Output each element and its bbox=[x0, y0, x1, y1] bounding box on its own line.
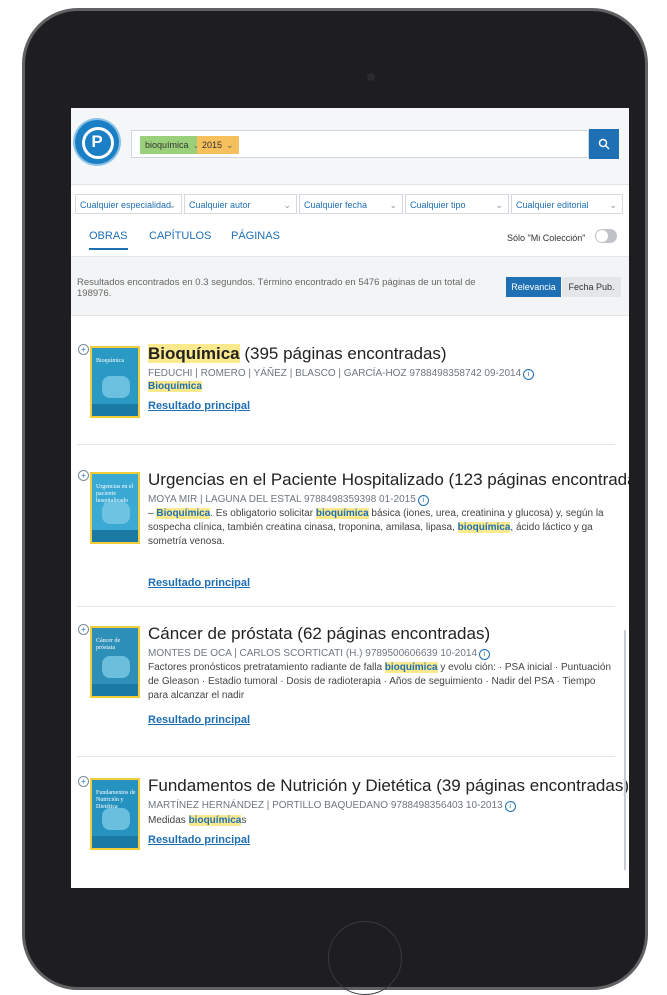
chip-remove-icon[interactable]: ⌄ bbox=[226, 140, 234, 150]
result-meta: MONTES DE OCA | CARLOS SCORTICATI (H.) 9… bbox=[148, 648, 491, 660]
tab-obras[interactable]: OBRAS bbox=[89, 230, 128, 250]
meta-text: MOYA MIR | LAGUNA DEL ESTAL 978849835939… bbox=[148, 494, 416, 505]
snippet-highlight: bioquímica bbox=[457, 522, 511, 533]
snippet-highlight: bioquímica bbox=[188, 815, 242, 826]
main-result-link[interactable]: Resultado principal bbox=[148, 400, 250, 412]
chevron-down-icon: ⌄ bbox=[168, 200, 176, 210]
snippet-highlight: Bioquímica bbox=[156, 508, 211, 519]
toggle-label: Sólo "Mi Colección" bbox=[507, 233, 586, 243]
filter-label: Cualquier fecha bbox=[304, 200, 368, 210]
chevron-down-icon: ⌄ bbox=[495, 200, 503, 210]
result-title[interactable]: Fundamentos de Nutrición y Dietética (39… bbox=[148, 776, 629, 796]
home-button[interactable] bbox=[328, 921, 402, 995]
meta-text: MARTÍNEZ HERNÁNDEZ | PORTILLO BAQUEDANO … bbox=[148, 800, 503, 811]
filter-publisher[interactable]: Cualquier editorial ⌄ bbox=[511, 194, 623, 214]
result-meta: MOYA MIR | LAGUNA DEL ESTAL 978849835939… bbox=[148, 494, 429, 506]
search-button[interactable] bbox=[589, 129, 619, 159]
search-chip[interactable]: bioquímica⌄ bbox=[140, 136, 206, 154]
divider bbox=[77, 756, 615, 757]
camera-icon bbox=[367, 73, 375, 81]
book-cover[interactable]: Urgencias en el paciente hospitalizado bbox=[90, 472, 140, 544]
snippet-highlight: bioquímica bbox=[384, 662, 438, 673]
info-icon[interactable]: i bbox=[417, 495, 429, 506]
snippet-text: Factores pronósticos pretratamiento radi… bbox=[148, 662, 385, 673]
meta-text: FEDUCHI | ROMERO | YÁÑEZ | BLASCO | GARC… bbox=[148, 368, 522, 379]
tab-capitulos[interactable]: CAPÍTULOS bbox=[149, 230, 211, 242]
filter-author[interactable]: Cualquier autor ⌄ bbox=[184, 194, 297, 214]
info-icon[interactable]: i bbox=[523, 369, 535, 380]
snippet-highlight: Bioquímica bbox=[148, 381, 202, 392]
result-title[interactable]: Cáncer de próstata (62 páginas encontrad… bbox=[148, 624, 618, 644]
chip-label: 2015 bbox=[202, 140, 223, 150]
cover-title: Cáncer de próstata bbox=[96, 638, 121, 651]
tab-paginas[interactable]: PÁGINAS bbox=[231, 230, 280, 242]
snippet-text: Medidas bbox=[148, 815, 189, 826]
chevron-down-icon: ⌄ bbox=[389, 200, 397, 210]
filter-label: Cualquier editorial bbox=[516, 200, 589, 210]
snippet-highlight: bioquímica bbox=[315, 508, 369, 519]
chevron-down-icon: ⌄ bbox=[609, 200, 617, 210]
cover-title: Bioquímica bbox=[96, 358, 124, 364]
divider bbox=[77, 606, 615, 607]
my-collection-toggle[interactable] bbox=[595, 229, 617, 243]
result-snippet: Medidas bioquímicas bbox=[148, 814, 618, 828]
top-bar: P bioquímica⌄ 2015⌄ bbox=[71, 108, 629, 185]
expand-icon[interactable]: + bbox=[78, 470, 89, 481]
main-result-link[interactable]: Resultado principal bbox=[148, 577, 250, 589]
result-title[interactable]: Urgencias en el Paciente Hospitalizado (… bbox=[148, 470, 629, 490]
book-cover[interactable]: Fundamentos de Nutrición y Dietética bbox=[90, 778, 140, 850]
filter-label: Cualquier autor bbox=[189, 200, 251, 210]
result-snippet: Bioquímica bbox=[148, 380, 618, 394]
filter-specialty[interactable]: Cualquier especialidad ⌄ bbox=[75, 194, 182, 214]
info-icon[interactable]: i bbox=[479, 649, 491, 660]
sort-date-button[interactable]: Fecha Pub. bbox=[562, 277, 621, 297]
search-chip[interactable]: 2015 ⌄ bbox=[197, 136, 239, 154]
search-input[interactable]: bioquímica⌄ 2015⌄ bbox=[131, 130, 589, 158]
main-result-link[interactable]: Resultado principal bbox=[148, 834, 250, 846]
sort-relevance-button[interactable]: Relevancia bbox=[506, 277, 561, 297]
divider bbox=[77, 444, 615, 445]
book-cover[interactable]: Bioquímica bbox=[90, 346, 140, 418]
snippet-text: . Es obligatorio solicitar bbox=[210, 508, 316, 519]
app-screen: P bioquímica⌄ 2015⌄ Cualquier especialid… bbox=[71, 108, 629, 888]
title-rest: (395 páginas encontradas) bbox=[239, 344, 447, 363]
result-meta: MARTÍNEZ HERNÁNDEZ | PORTILLO BAQUEDANO … bbox=[148, 800, 516, 812]
expand-icon[interactable]: + bbox=[78, 624, 89, 635]
info-icon[interactable]: i bbox=[504, 801, 516, 812]
search-icon bbox=[598, 138, 610, 150]
scrollbar[interactable] bbox=[624, 630, 626, 870]
filter-label: Cualquier tipo bbox=[410, 200, 466, 210]
book-cover[interactable]: Cáncer de próstata bbox=[90, 626, 140, 698]
expand-icon[interactable]: + bbox=[78, 344, 89, 355]
main-result-link[interactable]: Resultado principal bbox=[148, 714, 250, 726]
filter-date[interactable]: Cualquier fecha ⌄ bbox=[299, 194, 403, 214]
result-meta: FEDUCHI | ROMERO | YÁÑEZ | BLASCO | GARC… bbox=[148, 368, 535, 380]
tab-bar: OBRAS CAPÍTULOS PÁGINAS Sólo "Mi Colecci… bbox=[71, 222, 629, 252]
toggle-knob bbox=[596, 230, 608, 242]
result-snippet: Factores pronósticos pretratamiento radi… bbox=[148, 661, 618, 703]
chip-label: bioquímica bbox=[145, 140, 189, 150]
results-bar: Resultados encontrados en 0.3 segundos. … bbox=[71, 256, 629, 316]
filter-label: Cualquier especialidad bbox=[80, 200, 172, 210]
results-info: Resultados encontrados en 0.3 segundos. … bbox=[77, 277, 476, 299]
result-title[interactable]: Bioquímica (395 páginas encontradas) bbox=[148, 344, 618, 364]
title-highlight: Bioquímica bbox=[148, 344, 240, 363]
result-snippet: – Bioquímica. Es obligatorio solicitar b… bbox=[148, 507, 618, 549]
snippet-text: s bbox=[241, 815, 247, 826]
logo-icon[interactable]: P bbox=[75, 120, 119, 164]
filter-bar: Cualquier especialidad ⌄ Cualquier autor ⌄… bbox=[71, 194, 629, 216]
meta-text: MONTES DE OCA | CARLOS SCORTICATI (H.) 9… bbox=[148, 648, 478, 659]
filter-type[interactable]: Cualquier tipo ⌄ bbox=[405, 194, 509, 214]
chevron-down-icon: ⌄ bbox=[283, 200, 291, 210]
expand-icon[interactable]: + bbox=[78, 776, 89, 787]
